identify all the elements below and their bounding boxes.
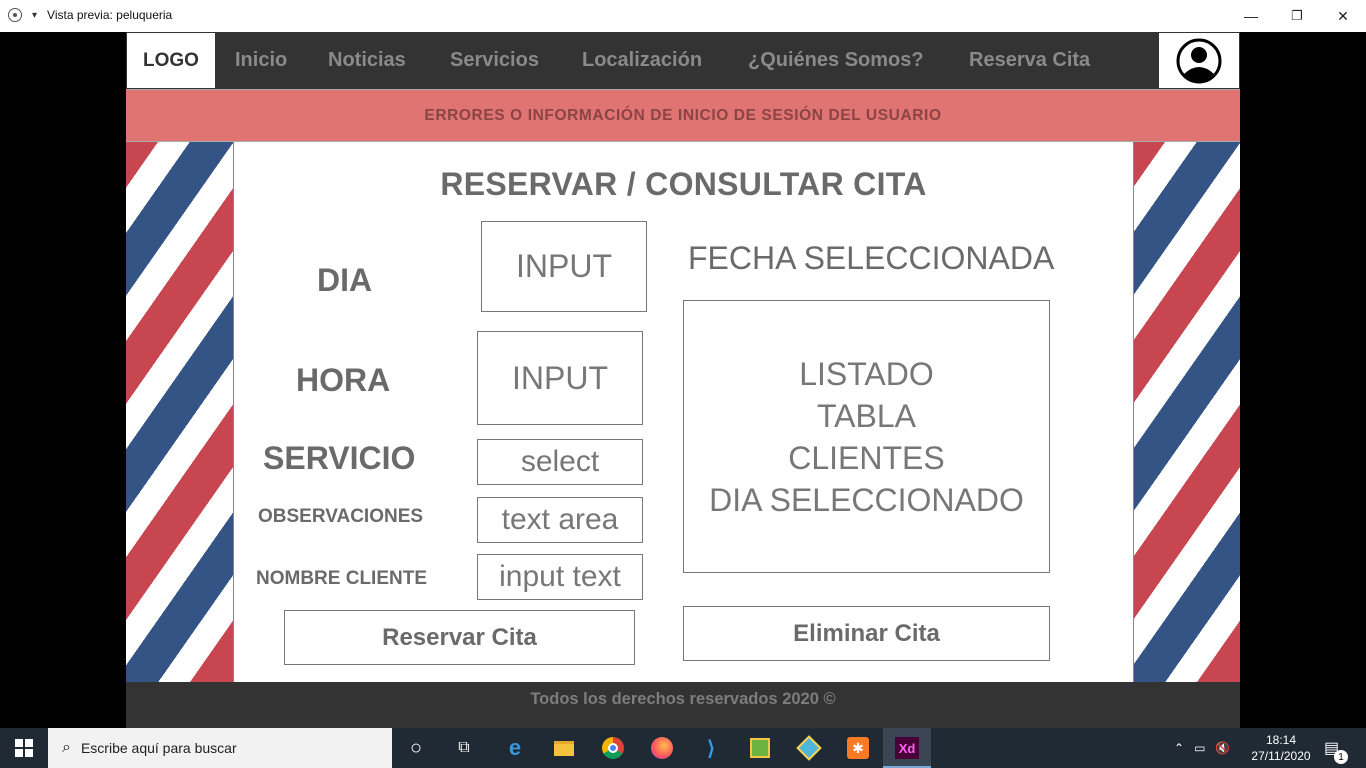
taskbar-active-app[interactable]: Xd xyxy=(883,728,931,768)
nav-bar: LOGO Inicio Noticias Servicios Localizac… xyxy=(126,32,1240,89)
clock[interactable]: 18:14 27/11/2020 xyxy=(1248,728,1314,768)
vscode-icon[interactable]: ⟩ xyxy=(699,736,723,760)
virtualbox-icon[interactable] xyxy=(796,735,822,761)
listado-line: DIA SELECCIONADO xyxy=(709,481,1024,518)
fecha-seleccionada: FECHA SELECCIONADA xyxy=(688,240,1055,276)
nav-item-noticias[interactable]: Noticias xyxy=(328,49,406,72)
chevron-up-icon[interactable]: ⌃ xyxy=(1174,741,1184,755)
logo[interactable]: LOGO xyxy=(127,33,215,88)
clock-time: 18:14 xyxy=(1265,733,1297,747)
adobe-xd-icon: Xd xyxy=(895,737,919,759)
user-avatar[interactable] xyxy=(1159,33,1239,88)
footer: Todos los derechos reservados 2020 © xyxy=(126,682,1240,728)
barber-stripes-left xyxy=(126,142,234,682)
clientes-table: LISTADO TABLA CLIENTES DIA SELECCIONADO xyxy=(683,300,1050,573)
notification-count: 1 xyxy=(1334,750,1348,764)
hora-input[interactable]: INPUT xyxy=(477,331,643,425)
observaciones-textarea[interactable]: text area xyxy=(477,497,643,543)
reservar-cita-button[interactable]: Reservar Cita xyxy=(284,610,635,665)
nav-item-localizacion[interactable]: Localización xyxy=(582,49,702,72)
nav-item-servicios[interactable]: Servicios xyxy=(450,49,539,72)
booking-panel: RESERVAR / CONSULTAR CITA DIA INPUT HORA… xyxy=(233,142,1134,682)
app-icon[interactable] xyxy=(748,736,772,760)
window-title: Vista previa: peluqueria xyxy=(47,8,173,22)
system-tray: ⌃ ▭ 🔇 xyxy=(1174,728,1230,768)
task-view-icon[interactable]: ⧉ xyxy=(452,736,476,760)
barber-stripes-right xyxy=(1133,142,1240,682)
search-placeholder: Escribe aquí para buscar xyxy=(80,740,237,756)
artboard: LOGO Inicio Noticias Servicios Localizac… xyxy=(126,32,1240,728)
user-icon xyxy=(1176,38,1222,83)
observaciones-label: OBSERVACIONES xyxy=(258,506,424,527)
servicio-select[interactable]: select xyxy=(477,439,643,485)
dia-input[interactable]: INPUT xyxy=(481,221,647,312)
search-icon: ⌕ xyxy=(62,739,71,756)
chevron-down-icon[interactable]: ▾ xyxy=(32,10,37,21)
xampp-icon[interactable]: ✱ xyxy=(846,736,870,760)
volume-muted-icon[interactable]: 🔇 xyxy=(1215,741,1230,755)
close-button[interactable]: ✕ xyxy=(1320,0,1366,32)
eliminar-cita-button[interactable]: Eliminar Cita xyxy=(683,606,1050,661)
file-explorer-icon[interactable] xyxy=(552,736,576,760)
record-icon[interactable] xyxy=(8,8,22,22)
chrome-icon[interactable] xyxy=(601,736,625,760)
minimize-button[interactable]: — xyxy=(1228,0,1274,32)
restore-button[interactable]: ❐ xyxy=(1274,0,1320,32)
clock-date: 27/11/2020 xyxy=(1251,749,1311,763)
listado-line: CLIENTES xyxy=(788,439,945,476)
windows-start-icon[interactable] xyxy=(12,736,36,760)
taskbar: ⌕ Escribe aquí para buscar ○ ⧉ e ⟩ ✱ Xd … xyxy=(0,728,1366,768)
window-title-bar: ▾ Vista previa: peluqueria — ❐ ✕ xyxy=(0,0,1366,32)
listado-line: LISTADO xyxy=(799,355,934,392)
nav-item-quienes-somos[interactable]: ¿Quiénes Somos? xyxy=(748,49,924,72)
session-banner: ERRORES O INFORMACIÓN DE INICIO DE SESIÓ… xyxy=(126,89,1240,142)
hora-label: HORA xyxy=(296,362,391,398)
title-left: ▾ Vista previa: peluqueria xyxy=(8,8,172,22)
nombre-cliente-label: NOMBRE CLIENTE xyxy=(256,568,427,589)
nav-item-inicio[interactable]: Inicio xyxy=(235,49,287,72)
firefox-icon[interactable] xyxy=(650,736,674,760)
listado-line: TABLA xyxy=(817,397,916,434)
network-icon[interactable]: ▭ xyxy=(1194,741,1205,755)
cortana-icon[interactable]: ○ xyxy=(404,736,428,760)
servicio-label: SERVICIO xyxy=(263,440,416,476)
nav-item-reserva-cita[interactable]: Reserva Cita xyxy=(969,49,1090,72)
dia-label: DIA xyxy=(317,262,373,298)
nombre-cliente-input[interactable]: input text xyxy=(477,554,643,600)
notifications-button[interactable]: ▤ 1 xyxy=(1324,728,1348,768)
page-title: RESERVAR / CONSULTAR CITA xyxy=(440,166,927,202)
edge-icon[interactable]: e xyxy=(503,735,527,760)
taskbar-search[interactable]: ⌕ Escribe aquí para buscar xyxy=(48,728,392,768)
